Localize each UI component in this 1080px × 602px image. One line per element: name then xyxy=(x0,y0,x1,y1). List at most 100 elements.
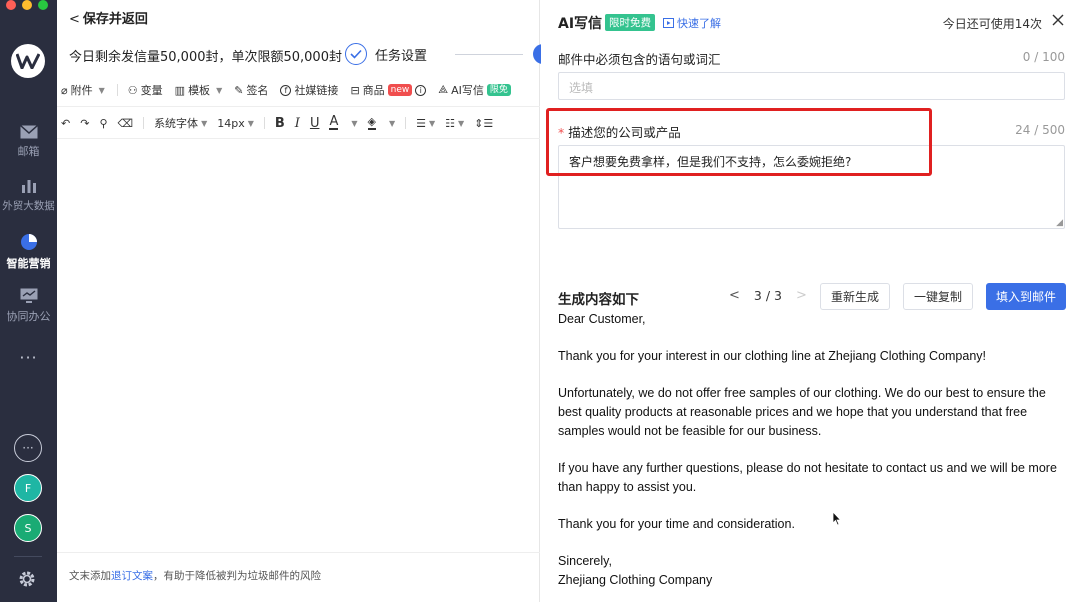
info-icon[interactable]: i xyxy=(415,84,427,96)
avatar-letter: S xyxy=(24,521,32,535)
sidebar-item-mail[interactable]: 邮箱 xyxy=(0,125,57,159)
monitor-chart-icon xyxy=(20,288,37,303)
font-family-select[interactable]: 系统字体 ▼ xyxy=(154,115,207,131)
toolbar-separator xyxy=(143,117,145,129)
undo-icon[interactable]: ↶ xyxy=(61,117,70,130)
more-options-button[interactable]: ··· xyxy=(14,434,42,462)
more-menu-button[interactable]: ··· xyxy=(0,348,57,367)
ellipsis-icon: ··· xyxy=(22,441,34,455)
product-label: 商品 xyxy=(362,84,385,97)
ai-write-button[interactable]: ⟁ AI写信 限免 xyxy=(438,82,511,98)
body-paragraph: If you have any further questions, pleas… xyxy=(558,461,1057,494)
chevron-down-icon: ▼ xyxy=(247,118,254,128)
save-and-return-button[interactable]: < 保存并返回 xyxy=(69,8,148,27)
signature: Zhejiang Clothing Company xyxy=(558,573,713,587)
line-height-icon[interactable]: ⇕☰ xyxy=(474,117,493,130)
tip-suffix: ，有助于降低被判为垃圾邮件的风险 xyxy=(153,570,321,582)
quota-text: 今日剩余发信量50,000封，单次限额50,000封 xyxy=(69,50,342,65)
minimize-window-button[interactable] xyxy=(22,0,32,10)
toolbar-separator xyxy=(116,84,118,96)
font-size-value: 14px xyxy=(217,116,245,130)
gear-icon[interactable] xyxy=(18,570,36,588)
unsubscribe-link[interactable]: 退订文案 xyxy=(111,570,153,582)
box-icon: ⊟ xyxy=(350,83,360,97)
new-badge: new xyxy=(387,84,413,96)
social-label: 社媒链接 xyxy=(294,84,339,97)
keywords-input[interactable]: 选填 xyxy=(558,72,1065,100)
font-size-select[interactable]: 14px ▼ xyxy=(217,117,254,130)
facebook-icon: f xyxy=(280,84,292,96)
chevron-down-icon: ▼ xyxy=(216,85,223,95)
step-task-settings[interactable]: 任务设置 xyxy=(345,43,427,65)
play-video-icon xyxy=(663,18,674,28)
app-logo xyxy=(11,44,45,78)
bold-icon[interactable]: B xyxy=(275,116,285,131)
underline-icon[interactable]: U xyxy=(310,116,320,131)
sidebar-item-collab[interactable]: 协同办公 xyxy=(0,288,57,324)
resize-handle-icon[interactable]: ◢ xyxy=(1056,218,1063,228)
quick-link-label: 快速了解 xyxy=(677,17,721,30)
maximize-window-button[interactable] xyxy=(38,0,48,10)
chevron-left-icon[interactable]: < xyxy=(729,288,740,303)
product-button[interactable]: ⊟ 商品 new i xyxy=(350,82,427,98)
fill-into-email-button[interactable]: 填入到邮件 xyxy=(986,283,1066,310)
bullet-list-icon[interactable]: ☰ ▼ xyxy=(416,117,435,130)
avatar-letter: F xyxy=(24,481,32,495)
avatar-f[interactable]: F xyxy=(14,474,42,502)
chevron-down-icon[interactable]: ▼ xyxy=(389,119,395,128)
variable-label: 变量 xyxy=(140,84,163,97)
chevron-down-icon[interactable]: ▼ xyxy=(351,119,357,128)
generated-content: Dear Customer, Thank you for your intere… xyxy=(558,310,1068,590)
avatar-s[interactable]: S xyxy=(14,514,42,542)
signature-button[interactable]: ✎ 签名 xyxy=(234,82,268,98)
closing: Sincerely, xyxy=(558,554,612,568)
attach-label: 附件 xyxy=(70,84,93,97)
quick-learn-link[interactable]: 快速了解 xyxy=(663,15,721,31)
app-sidebar: 邮箱 外贸大数据 智能营销 协同办公 ··· ··· F S xyxy=(0,0,57,602)
format-painter-icon[interactable]: ⚲ xyxy=(99,117,107,130)
greeting: Dear Customer, xyxy=(558,312,646,326)
close-icon[interactable] xyxy=(1052,14,1064,26)
check-icon xyxy=(345,43,367,65)
eraser-icon[interactable]: ⌫ xyxy=(118,117,134,130)
highlight-icon[interactable]: ◈ xyxy=(367,116,376,130)
template-button[interactable]: ▥ 模板 ▼ xyxy=(175,82,223,98)
font-color-icon[interactable]: A xyxy=(329,115,339,130)
pen-icon: ✎ xyxy=(234,83,244,97)
email-editor: < 保存并返回 今日剩余发信量50,000封，单次限额50,000封 任务设置 ⌀… xyxy=(57,0,553,602)
free-badge: 限免 xyxy=(486,84,511,96)
keywords-label: 邮件中必须包含的语句或词汇 xyxy=(558,52,721,67)
attach-button[interactable]: ⌀ 附件 ▼ xyxy=(61,82,105,98)
sidebar-item-marketing[interactable]: 智能营销 xyxy=(0,233,57,271)
ai-icon: ⟁ xyxy=(438,83,449,96)
footer-divider xyxy=(57,552,540,553)
sidebar-item-label: 外贸大数据 xyxy=(2,200,55,212)
close-window-button[interactable] xyxy=(6,0,16,10)
sidebar-item-label: 协同办公 xyxy=(6,310,51,323)
signature-label: 签名 xyxy=(246,84,269,97)
chevron-down-icon: ▼ xyxy=(429,118,436,128)
paperclip-icon: ⌀ xyxy=(61,83,68,97)
italic-icon[interactable]: I xyxy=(295,116,300,131)
sidebar-item-trade-data[interactable]: 外贸大数据 xyxy=(0,178,57,213)
copy-all-button[interactable]: 一键复制 xyxy=(903,283,973,310)
regenerate-button[interactable]: 重新生成 xyxy=(820,283,890,310)
numbered-list-icon[interactable]: ☷ ▼ xyxy=(445,117,464,130)
result-pager: < 3 / 3 > xyxy=(729,288,807,303)
logo-icon xyxy=(16,53,40,69)
variable-button[interactable]: ⚇ 变量 xyxy=(128,82,163,98)
toolbar-divider xyxy=(57,138,540,139)
panel-title: AI写信 xyxy=(558,16,603,32)
chevron-right-icon[interactable]: > xyxy=(796,288,807,303)
editor-toolbar-insert: ⌀ 附件 ▼ ⚇ 变量 ▥ 模板 ▼ ✎ 签名 f 社媒链接 ⊟ 商品 new i … xyxy=(57,78,540,102)
pie-chart-icon xyxy=(20,234,37,250)
chevron-down-icon: ▼ xyxy=(201,118,208,128)
highlight-annotation xyxy=(546,108,932,176)
social-link-button[interactable]: f 社媒链接 xyxy=(280,82,338,98)
toolbar-divider xyxy=(57,106,540,107)
editor-toolbar-format: ↶ ↷ ⚲ ⌫ 系统字体 ▼ 14px ▼ B I U A ▼ ◈ ▼ ☰ ▼ ☷ ▼ ⇕☰ xyxy=(57,112,540,134)
generated-title: 生成内容如下 xyxy=(558,292,639,308)
unsubscribe-tip: 文末添加退订文案，有助于降低被判为垃圾邮件的风险 xyxy=(69,568,321,583)
page-indicator: 3 / 3 xyxy=(753,288,782,303)
redo-icon[interactable]: ↷ xyxy=(80,117,89,130)
